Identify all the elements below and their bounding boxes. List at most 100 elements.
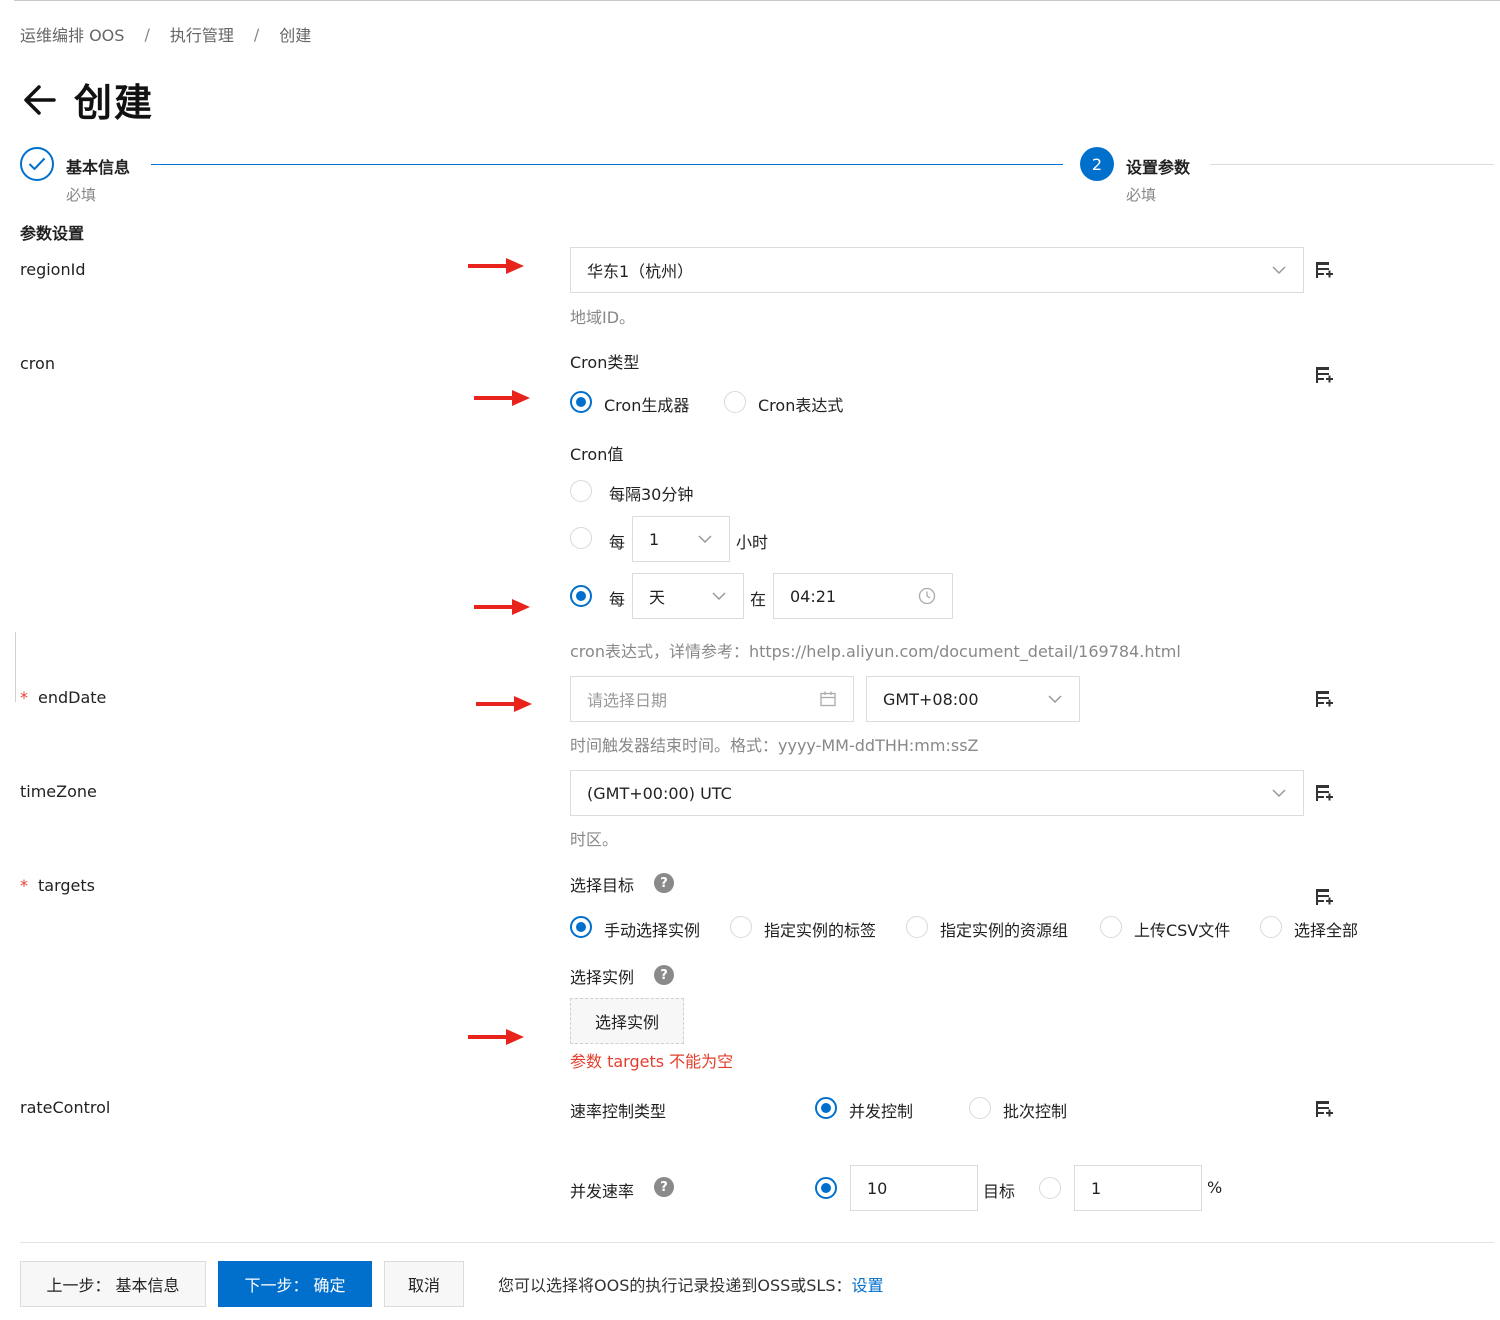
target-tags-label[interactable]: 指定实例的标签 bbox=[764, 917, 876, 941]
timezone-select[interactable]: (GMT+00:00) UTC bbox=[570, 770, 1304, 816]
parameter-list-icon[interactable] bbox=[1314, 783, 1334, 803]
next-step-button[interactable]: 下一步： 确定 bbox=[218, 1261, 372, 1307]
cron-help: cron表达式，详情参考：https://help.aliyun.com/doc… bbox=[570, 642, 1181, 661]
red-arrow-icon bbox=[468, 1029, 524, 1045]
cancel-button[interactable]: 取消 bbox=[384, 1261, 464, 1307]
footer-note-text: 您可以选择将OOS的执行记录投递到OSS或SLS： bbox=[498, 1276, 852, 1295]
footer-settings-link[interactable]: 设置 bbox=[851, 1276, 883, 1295]
cron-every30-radio[interactable] bbox=[570, 480, 592, 502]
chevron-down-icon bbox=[711, 588, 727, 604]
red-arrow-icon bbox=[474, 390, 530, 406]
back-arrow-icon[interactable] bbox=[20, 80, 60, 120]
rate-count-radio[interactable] bbox=[815, 1177, 837, 1199]
field-label-targets: * targets bbox=[20, 876, 95, 895]
cron-hourly-value: 1 bbox=[649, 529, 660, 549]
cron-value-label: Cron值 bbox=[570, 445, 624, 464]
prev-step-button[interactable]: 上一步： 基本信息 bbox=[20, 1261, 206, 1307]
rate-batch-label[interactable]: 批次控制 bbox=[1003, 1098, 1067, 1122]
parameter-list-icon[interactable] bbox=[1314, 260, 1334, 280]
required-marker: * bbox=[20, 688, 28, 707]
timezone-value: (GMT+00:00) UTC bbox=[587, 783, 732, 803]
select-instance-label: 选择实例 bbox=[570, 968, 635, 987]
help-question-icon[interactable]: ? bbox=[654, 965, 674, 985]
rate-percent-value: 1 bbox=[1091, 1178, 1102, 1198]
target-csv-label[interactable]: 上传CSV文件 bbox=[1134, 917, 1230, 941]
footer-note: 您可以选择将OOS的执行记录投递到OSS或SLS：设置 bbox=[498, 1272, 884, 1296]
cron-time-value: 04:21 bbox=[790, 586, 837, 606]
target-csv-radio[interactable] bbox=[1100, 916, 1122, 938]
rate-count-value: 10 bbox=[867, 1178, 888, 1198]
step-1-title: 基本信息 bbox=[66, 158, 131, 177]
field-label-regionid: regionId bbox=[20, 260, 86, 279]
target-resource-group-label[interactable]: 指定实例的资源组 bbox=[940, 917, 1068, 941]
cron-expression-label[interactable]: Cron表达式 bbox=[758, 392, 843, 416]
target-manual-label[interactable]: 手动选择实例 bbox=[604, 917, 700, 941]
field-label-cron: cron bbox=[20, 354, 55, 373]
field-label-ratecontrol: rateControl bbox=[20, 1098, 111, 1117]
breadcrumb-separator: / bbox=[144, 24, 150, 44]
enddate-label-text: endDate bbox=[38, 688, 107, 707]
cron-hourly-radio[interactable] bbox=[570, 527, 592, 549]
select-target-label: 选择目标 bbox=[570, 876, 635, 895]
parameter-list-icon[interactable] bbox=[1314, 1099, 1334, 1119]
rate-concurrency-radio[interactable] bbox=[815, 1097, 837, 1119]
enddate-timezone-select[interactable]: GMT+08:00 bbox=[866, 676, 1080, 722]
chevron-down-icon bbox=[697, 531, 713, 547]
regionid-help: 地域ID。 bbox=[570, 308, 636, 327]
chevron-down-icon bbox=[1271, 262, 1287, 278]
breadcrumb-separator: / bbox=[253, 24, 260, 44]
cron-expression-radio[interactable] bbox=[724, 391, 746, 413]
breadcrumb: 运维编排 OOS / 执行管理 / 创建 bbox=[20, 22, 311, 46]
target-tags-radio[interactable] bbox=[730, 916, 752, 938]
red-arrow-icon bbox=[476, 696, 532, 712]
rate-percent-input[interactable]: 1 bbox=[1074, 1165, 1202, 1211]
parameter-list-icon[interactable] bbox=[1314, 365, 1334, 385]
parameter-list-icon[interactable] bbox=[1314, 887, 1334, 907]
red-arrow-icon bbox=[474, 599, 530, 615]
rate-count-unit: 目标 bbox=[983, 1182, 1016, 1201]
cron-time-picker[interactable]: 04:21 bbox=[773, 573, 953, 619]
breadcrumb-item-oos[interactable]: 运维编排 OOS bbox=[20, 22, 124, 46]
target-manual-radio[interactable] bbox=[570, 916, 592, 938]
cron-daily-at-label: 在 bbox=[750, 590, 767, 609]
cron-generator-label[interactable]: Cron生成器 bbox=[604, 392, 689, 416]
cron-every30-label[interactable]: 每隔30分钟 bbox=[609, 481, 693, 505]
step-2-number: 2 bbox=[1080, 147, 1114, 181]
targets-error: 参数 targets 不能为空 bbox=[570, 1052, 734, 1071]
cron-daily-unit-select[interactable]: 天 bbox=[632, 573, 744, 619]
cron-daily-radio[interactable] bbox=[570, 585, 592, 607]
enddate-help: 时间触发器结束时间。格式：yyyy-MM-ddTHH:mm:ssZ bbox=[570, 736, 979, 755]
cron-hourly-unit: 小时 bbox=[736, 533, 769, 552]
timezone-help: 时区。 bbox=[570, 830, 619, 849]
breadcrumb-item-create: 创建 bbox=[279, 26, 312, 45]
help-question-icon[interactable]: ? bbox=[654, 1177, 674, 1197]
rate-percent-radio[interactable] bbox=[1039, 1177, 1061, 1199]
step-2-sub: 必填 bbox=[1126, 186, 1157, 204]
rate-control-type-label: 速率控制类型 bbox=[570, 1102, 667, 1121]
rate-concurrency-label[interactable]: 并发控制 bbox=[849, 1098, 913, 1122]
rate-count-input[interactable]: 10 bbox=[850, 1165, 978, 1211]
target-resource-group-radio[interactable] bbox=[906, 916, 928, 938]
parameter-list-icon[interactable] bbox=[1314, 689, 1334, 709]
step-2-title: 设置参数 bbox=[1126, 158, 1191, 177]
step-1-sub: 必填 bbox=[66, 186, 97, 204]
help-question-icon[interactable]: ? bbox=[654, 873, 674, 893]
concurrency-rate-label: 并发速率 bbox=[570, 1182, 635, 1201]
cron-daily-prefix: 每 bbox=[609, 590, 626, 609]
field-label-enddate: * endDate bbox=[20, 688, 106, 707]
footer-divider bbox=[20, 1242, 1494, 1243]
select-instance-button[interactable]: 选择实例 bbox=[570, 998, 684, 1044]
targets-label-text: targets bbox=[38, 876, 95, 895]
page-header: 创建 bbox=[20, 72, 154, 127]
cron-hourly-select[interactable]: 1 bbox=[632, 516, 730, 562]
target-all-radio[interactable] bbox=[1260, 916, 1282, 938]
regionid-select[interactable]: 华东1（杭州） bbox=[570, 247, 1304, 293]
cron-type-label: Cron类型 bbox=[570, 353, 640, 372]
enddate-picker[interactable]: 请选择日期 bbox=[570, 676, 854, 722]
cron-generator-radio[interactable] bbox=[570, 391, 592, 413]
top-divider bbox=[14, 0, 1500, 1]
breadcrumb-item-executions[interactable]: 执行管理 bbox=[170, 22, 234, 46]
target-all-label[interactable]: 选择全部 bbox=[1294, 917, 1358, 941]
rate-batch-radio[interactable] bbox=[969, 1097, 991, 1119]
clock-icon bbox=[918, 587, 936, 605]
